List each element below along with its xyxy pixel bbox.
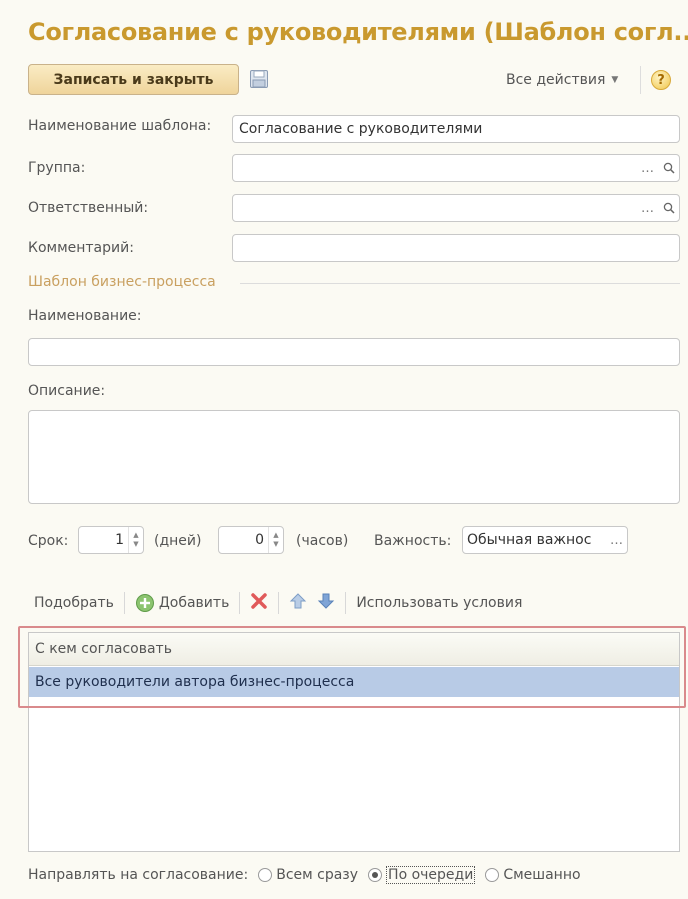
- chevron-down-icon: ▼: [611, 75, 619, 85]
- toolbar-divider: [239, 592, 241, 614]
- toolbar-divider: [278, 592, 280, 614]
- routing-option-mixed[interactable]: Смешанно: [485, 867, 581, 883]
- radio-selected-icon: [368, 868, 383, 882]
- toolbar-divider: [123, 592, 125, 614]
- routing-option-all[interactable]: Всем сразу: [258, 867, 358, 883]
- responsible-field[interactable]: …: [232, 194, 680, 222]
- bp-description-field[interactable]: [28, 410, 680, 504]
- importance-field[interactable]: Обычная важнос …: [462, 526, 628, 554]
- move-down-icon[interactable]: [317, 592, 335, 614]
- search-icon[interactable]: [658, 155, 679, 181]
- form-title: Согласование с руководителями (Шаблон со…: [28, 18, 688, 46]
- spin-arrows-icon[interactable]: ▲ ▼: [128, 527, 143, 553]
- hours-unit-label: (часов): [296, 533, 349, 549]
- all-actions-label: Все действия: [506, 72, 606, 88]
- choice-button-icon[interactable]: …: [637, 195, 658, 221]
- add-button[interactable]: Добавить: [135, 593, 229, 613]
- importance-label: Важность:: [374, 533, 452, 549]
- choice-button-icon[interactable]: …: [606, 527, 627, 553]
- toolbar-divider: [345, 592, 347, 614]
- hours-value: 0: [255, 532, 264, 548]
- search-icon[interactable]: [658, 195, 679, 221]
- term-label: Срок:: [28, 533, 69, 549]
- comment-label: Комментарий:: [28, 240, 134, 256]
- help-icon[interactable]: ?: [651, 70, 671, 90]
- save-and-close-button[interactable]: Записать и закрыть: [28, 64, 239, 95]
- bp-description-label: Описание:: [28, 383, 106, 399]
- highlight-frame: [18, 626, 686, 708]
- bp-group-title: Шаблон бизнес-процесса: [28, 274, 216, 290]
- group-field[interactable]: …: [232, 154, 680, 182]
- radio-icon: [485, 868, 500, 882]
- routing-option-sequential[interactable]: По очереди: [368, 866, 476, 884]
- hours-stepper[interactable]: 0 ▲ ▼: [218, 526, 284, 554]
- toolbar-divider: [640, 66, 641, 94]
- template-name-label: Наименование шаблона:: [28, 118, 212, 134]
- importance-value: Обычная важнос: [467, 532, 592, 548]
- choice-button-icon[interactable]: …: [637, 155, 658, 181]
- days-stepper[interactable]: 1 ▲ ▼: [78, 526, 144, 554]
- save-icon[interactable]: [249, 69, 269, 89]
- add-button-label: Добавить: [158, 595, 230, 611]
- routing-option-sequential-label: По очереди: [386, 866, 476, 884]
- delete-icon[interactable]: [250, 592, 268, 614]
- days-value: 1: [115, 532, 124, 548]
- routing-option-mixed-label: Смешанно: [503, 867, 581, 883]
- routing-option-all-label: Всем сразу: [276, 867, 359, 883]
- bp-name-label: Наименование:: [28, 308, 142, 324]
- bp-name-field[interactable]: [28, 338, 680, 366]
- group-divider: [240, 283, 680, 284]
- spin-arrows-icon[interactable]: ▲ ▼: [268, 527, 283, 553]
- responsible-label: Ответственный:: [28, 200, 149, 216]
- days-unit-label: (дней): [154, 533, 202, 549]
- move-up-icon[interactable]: [289, 592, 307, 614]
- radio-icon: [258, 868, 273, 882]
- add-icon: [135, 594, 154, 612]
- use-conditions-button[interactable]: Использовать условия: [356, 595, 522, 611]
- routing-label: Направлять на согласование:: [28, 867, 249, 883]
- all-actions-menu[interactable]: Все действия ▼: [506, 72, 618, 88]
- table-toolbar: Подобрать Добавить Использовать условия: [34, 592, 522, 614]
- group-label: Группа:: [28, 160, 86, 176]
- routing-group: Направлять на согласование: Всем сразу П…: [28, 866, 581, 884]
- template-name-value: Согласование с руководителями: [239, 121, 483, 137]
- template-name-field[interactable]: Согласование с руководителями: [232, 115, 680, 143]
- comment-field[interactable]: [232, 234, 680, 262]
- pick-button[interactable]: Подобрать: [34, 595, 114, 611]
